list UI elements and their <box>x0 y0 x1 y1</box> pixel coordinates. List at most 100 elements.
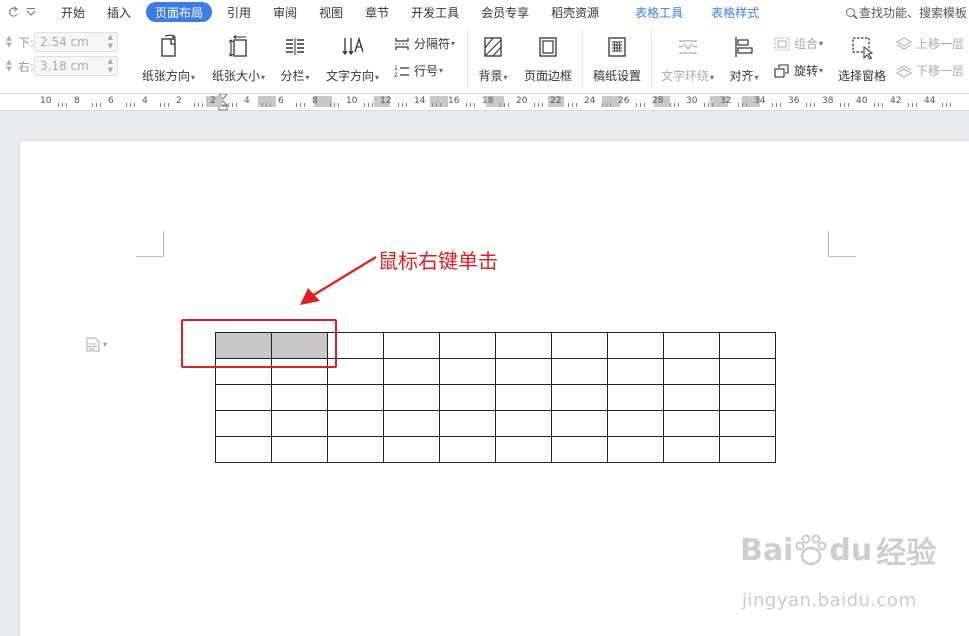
chevron-down-icon: ▾ <box>439 66 444 75</box>
table-cell[interactable] <box>439 384 496 411</box>
table-cell[interactable] <box>383 436 440 463</box>
ruler-tick-label: 26 <box>618 96 630 106</box>
margin-right-input[interactable]: 3.18 cm ▲ ▼ <box>34 56 118 76</box>
margin-fields: ▲ ▼ 下: 2.54 cm ▲ ▼ ▲ ▼ 右: 3.18 cm ▲ ▼ <box>4 32 134 80</box>
manuscript-settings-button[interactable]: 稿纸设置 <box>593 32 641 84</box>
table-cell[interactable] <box>607 436 664 463</box>
text-direction-label: 文字方向 <box>326 69 375 83</box>
redo-icon[interactable] <box>4 6 22 18</box>
menu-insert[interactable]: 插入 <box>100 2 138 22</box>
page-border-button[interactable]: 页面边框 <box>524 32 572 84</box>
table-cell[interactable] <box>439 332 496 359</box>
table-cell[interactable] <box>719 410 776 437</box>
table-cell[interactable] <box>551 332 608 359</box>
ruler-tick <box>66 103 67 107</box>
table-cell[interactable] <box>551 384 608 411</box>
command-search[interactable]: 查找功能、搜索模板 <box>846 0 967 24</box>
table-cell[interactable] <box>439 358 496 385</box>
crop-mark <box>136 231 164 257</box>
menu-page-layout[interactable]: 页面布局 <box>146 2 213 22</box>
stepper-arrows-icon[interactable]: ▲ ▼ <box>108 33 113 51</box>
menu-references[interactable]: 引用 <box>220 2 258 22</box>
table-cell[interactable] <box>271 384 328 411</box>
table-cell[interactable] <box>551 358 608 385</box>
table-cell[interactable] <box>663 358 720 385</box>
menu-home[interactable]: 开始 <box>54 2 92 22</box>
menu-membership[interactable]: 会员专享 <box>474 2 536 22</box>
breaks-button[interactable]: 分隔符 ▾ <box>394 35 455 52</box>
menu-table-style[interactable]: 表格样式 <box>704 2 766 22</box>
table-cell[interactable] <box>495 436 552 463</box>
table-cell[interactable] <box>663 332 720 359</box>
ruler-tick <box>810 103 811 107</box>
table-cell[interactable] <box>663 436 720 463</box>
ruler-tick-label: 38 <box>822 96 834 106</box>
margin-bottom-spinner-icon[interactable]: ▲ ▼ <box>4 35 14 49</box>
chevron-down-icon: ▾ <box>710 73 715 82</box>
selection-pane-button[interactable]: 选择窗格 <box>838 32 886 84</box>
table-cell[interactable] <box>719 358 776 385</box>
margin-right-spinner-icon[interactable]: ▲ ▼ <box>4 59 14 73</box>
table-cell[interactable] <box>383 358 440 385</box>
table-cell[interactable] <box>551 436 608 463</box>
menu-developer[interactable]: 开发工具 <box>404 2 466 22</box>
table-cell[interactable] <box>383 332 440 359</box>
menu-review[interactable]: 审阅 <box>266 2 304 22</box>
paragraph-handle[interactable]: ▾ <box>86 337 107 352</box>
table-cell[interactable] <box>271 436 328 463</box>
table-cell[interactable] <box>271 410 328 437</box>
table-cell[interactable] <box>607 384 664 411</box>
menu-docer-resources[interactable]: 稻壳资源 <box>544 2 606 22</box>
text-direction-button[interactable]: 文字方向▾ <box>326 32 379 84</box>
text-wrap-button[interactable]: 文字环绕▾ <box>661 32 714 84</box>
table-cell[interactable] <box>327 436 384 463</box>
table-cell[interactable] <box>327 384 384 411</box>
orientation-label: 纸张方向 <box>142 69 191 83</box>
table-cell[interactable] <box>327 410 384 437</box>
background-button[interactable]: 背景▾ <box>478 32 508 84</box>
table-cell[interactable] <box>607 410 664 437</box>
bring-forward-button[interactable]: 上移一层 <box>896 35 964 52</box>
table-cell[interactable] <box>663 384 720 411</box>
send-backward-button[interactable]: 下移一层 <box>896 62 964 79</box>
quick-access-dropdown-icon[interactable] <box>22 8 40 16</box>
table-cell[interactable] <box>215 436 272 463</box>
align-button[interactable]: 对齐▾ <box>729 32 759 84</box>
ruler-tick-label: 10 <box>40 96 52 106</box>
margin-bottom-input[interactable]: 2.54 cm ▲ ▼ <box>34 32 118 52</box>
ruler-tick <box>202 103 203 107</box>
table-cell[interactable] <box>495 384 552 411</box>
group-button[interactable]: 组合 ▾ <box>774 35 823 52</box>
table-cell[interactable] <box>663 410 720 437</box>
table-cell[interactable] <box>215 410 272 437</box>
stepper-arrows-icon[interactable]: ▲ ▼ <box>108 57 113 75</box>
table-cell[interactable] <box>551 410 608 437</box>
table-cell[interactable] <box>383 410 440 437</box>
ruler-tick-label: 20 <box>516 96 528 106</box>
menu-chapter[interactable]: 章节 <box>358 2 396 22</box>
line-numbers-button[interactable]: 12 行号 ▾ <box>394 62 443 79</box>
table-cell[interactable] <box>383 384 440 411</box>
paper-size-button[interactable]: 纸张大小▾ <box>212 32 265 84</box>
table-cell[interactable] <box>719 436 776 463</box>
send-backward-label: 下移一层 <box>916 64 965 78</box>
table-cell[interactable] <box>607 332 664 359</box>
rotate-button[interactable]: 旋转 ▾ <box>774 62 823 79</box>
table-cell[interactable] <box>607 358 664 385</box>
table-cell[interactable] <box>719 332 776 359</box>
orientation-button[interactable]: 纸张方向▾ <box>142 32 195 84</box>
table-cell[interactable] <box>719 384 776 411</box>
table-cell[interactable] <box>215 384 272 411</box>
table-row <box>215 436 776 463</box>
table-cell[interactable] <box>495 332 552 359</box>
ruler-tick <box>908 103 909 107</box>
menu-table-tools[interactable]: 表格工具 <box>628 2 690 22</box>
table-cell[interactable] <box>495 358 552 385</box>
menu-view[interactable]: 视图 <box>312 2 350 22</box>
table-cell[interactable] <box>439 410 496 437</box>
table-cell[interactable] <box>495 410 552 437</box>
table-cell[interactable] <box>439 436 496 463</box>
columns-button[interactable]: 分栏▾ <box>280 32 310 84</box>
chevron-down-icon[interactable]: ▾ <box>103 340 107 349</box>
horizontal-ruler[interactable]: 10 8 6 4 2 2 4 6 8 10 12 14 16 18 20 22 24 26 28 30 32 34 36 38… <box>0 93 969 111</box>
